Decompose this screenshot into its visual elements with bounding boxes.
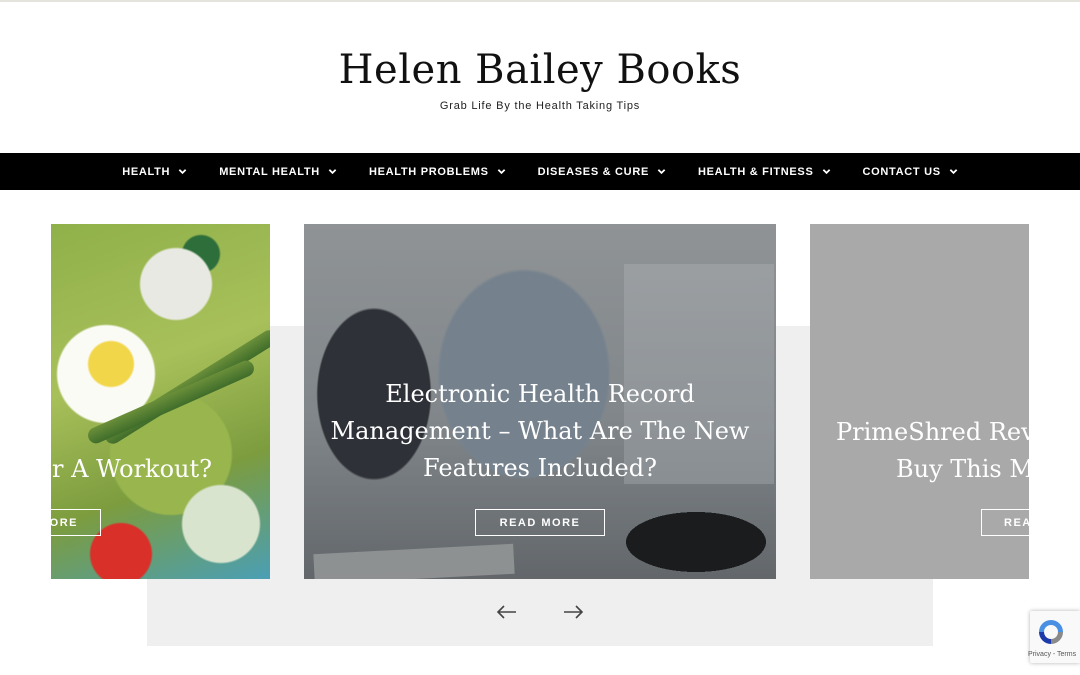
slide-title-line: PrimeShred Revi xyxy=(836,418,1029,446)
read-more-button[interactable]: ORE xyxy=(51,509,101,536)
nav-item-mental-health[interactable]: MENTAL HEALTH xyxy=(219,166,337,178)
slide-title[interactable]: PrimeShred Revi Buy This Ma xyxy=(836,414,1029,488)
main-navigation: HEALTH MENTAL HEALTH HEALTH PROBLEMS DIS… xyxy=(0,153,1080,190)
chevron-down-icon xyxy=(657,169,666,175)
chevron-down-icon xyxy=(497,169,505,175)
site-tagline: Grab Life By the Health Taking Tips xyxy=(439,100,641,112)
nav-item-health-fitness[interactable]: HEALTH & FITNESS xyxy=(698,166,831,178)
slide-title[interactable]: er A Workout? xyxy=(51,451,212,488)
slide-title[interactable]: Electronic Health Record Management – Wh… xyxy=(304,376,776,487)
slide-next[interactable]: PrimeShred Revi Buy This Ma REA xyxy=(810,224,1029,579)
nav-item-label: DISEASES & CURE xyxy=(537,165,649,178)
slider-prev-button[interactable] xyxy=(495,600,519,624)
slide-title-line: Buy This Ma xyxy=(896,455,1029,483)
chevron-down-icon xyxy=(328,169,337,175)
nav-item-diseases-cure[interactable]: DISEASES & CURE xyxy=(538,166,666,178)
recaptcha-links[interactable]: Privacy - Terms xyxy=(1028,651,1076,658)
nav-item-label: CONTACT US xyxy=(862,165,941,178)
slide-previous[interactable]: er A Workout? ORE xyxy=(51,224,270,579)
recaptcha-icon xyxy=(1039,620,1063,644)
arrow-right-icon xyxy=(564,605,584,619)
nav-list: HEALTH MENTAL HEALTH HEALTH PROBLEMS DIS… xyxy=(0,153,1080,190)
nav-item-label: MENTAL HEALTH xyxy=(219,165,320,178)
slide-active[interactable]: Electronic Health Record Management – Wh… xyxy=(304,224,776,579)
nav-item-label: HEALTH xyxy=(122,165,171,178)
site-header: Helen Bailey Books Grab Life By the Heal… xyxy=(0,2,1080,153)
nav-item-health[interactable]: HEALTH xyxy=(122,166,187,178)
slider-next-button[interactable] xyxy=(561,600,585,624)
chevron-down-icon xyxy=(178,169,187,175)
chevron-down-icon xyxy=(949,169,958,175)
recaptcha-badge[interactable]: Privacy - Terms xyxy=(1028,611,1080,663)
arrow-left-icon xyxy=(496,605,516,619)
nav-item-label: HEALTH PROBLEMS xyxy=(368,165,489,178)
nav-item-label: HEALTH & FITNESS xyxy=(698,165,814,178)
nav-item-health-problems[interactable]: HEALTH PROBLEMS xyxy=(369,166,506,178)
nav-item-contact-us[interactable]: CONTACT US xyxy=(863,166,958,178)
read-more-button[interactable]: READ MORE xyxy=(475,509,605,536)
chevron-down-icon xyxy=(822,169,830,175)
site-title[interactable]: Helen Bailey Books xyxy=(0,44,1080,96)
read-more-button[interactable]: REA xyxy=(981,509,1029,536)
